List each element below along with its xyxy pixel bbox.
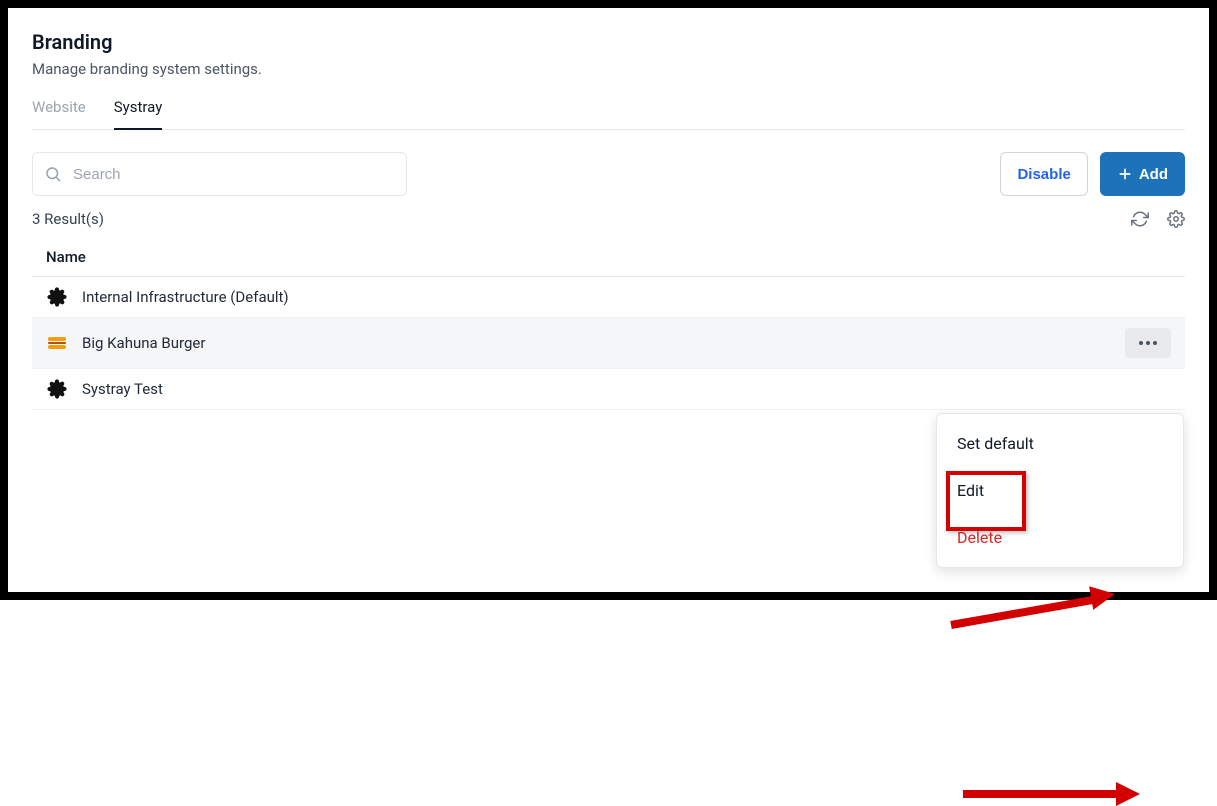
gear-icon	[46, 287, 68, 307]
menu-set-default[interactable]: Set default	[937, 420, 1183, 467]
add-button-label: Add	[1139, 166, 1168, 183]
gear-icon	[46, 379, 68, 399]
page-subtitle: Manage branding system settings.	[32, 60, 1185, 78]
table-row[interactable]: Big Kahuna Burger	[32, 318, 1185, 369]
burger-icon	[46, 333, 68, 353]
tabs: Website Systray	[32, 98, 1185, 130]
results-count: 3 Result(s)	[32, 210, 104, 228]
gear-icon[interactable]	[1167, 210, 1185, 228]
menu-edit[interactable]: Edit	[937, 467, 1183, 514]
table: Name Internal Infrastructure (Default) B…	[32, 238, 1185, 410]
search-input[interactable]	[32, 152, 407, 196]
row-name: Big Kahuna Burger	[82, 334, 205, 352]
plus-icon	[1117, 166, 1133, 182]
row-context-menu: Set default Edit Delete	[936, 413, 1184, 568]
disable-button[interactable]: Disable	[1000, 152, 1087, 196]
table-header-name: Name	[32, 238, 1185, 277]
table-row[interactable]: Internal Infrastructure (Default)	[32, 277, 1185, 318]
row-name: Systray Test	[82, 380, 163, 398]
menu-delete[interactable]: Delete	[937, 514, 1183, 561]
tab-systray[interactable]: Systray	[114, 98, 163, 130]
search-wrap	[32, 152, 407, 196]
refresh-icon[interactable]	[1131, 210, 1149, 228]
row-name: Internal Infrastructure (Default)	[82, 288, 289, 306]
add-button[interactable]: Add	[1100, 152, 1185, 196]
more-button[interactable]	[1125, 328, 1171, 358]
page-title: Branding	[32, 30, 1185, 54]
search-icon	[44, 165, 62, 183]
table-row[interactable]: Systray Test	[32, 369, 1185, 410]
tab-website[interactable]: Website	[32, 98, 86, 130]
